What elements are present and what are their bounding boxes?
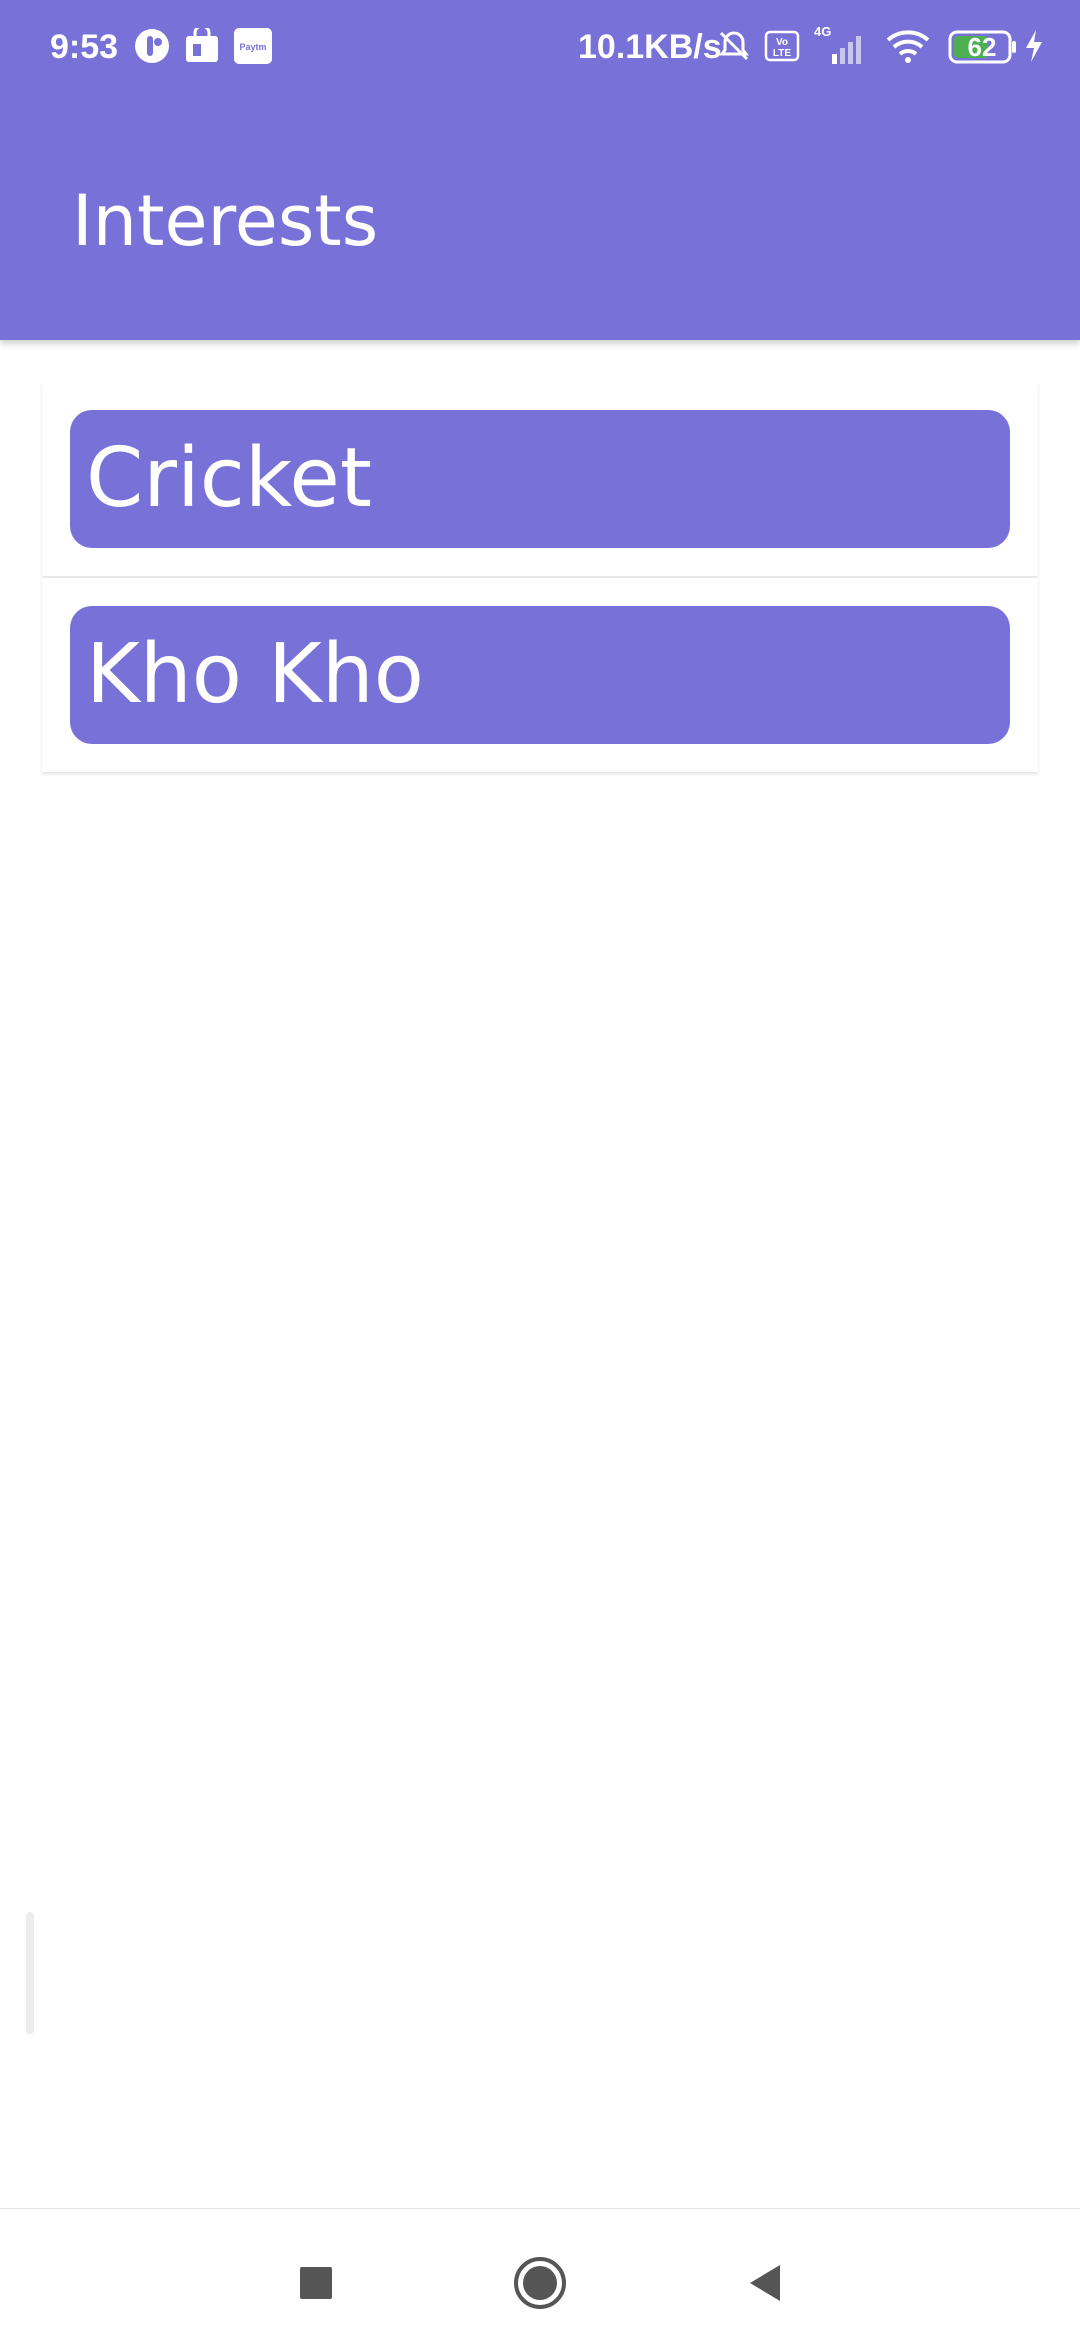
interest-card[interactable]: Kho Kho <box>42 578 1038 772</box>
scroll-indicator <box>26 1912 34 2034</box>
shopping-bag-icon <box>184 24 220 73</box>
svg-text:Paytm: Paytm <box>239 42 266 52</box>
battery-level: 62 <box>967 32 997 62</box>
navigation-bar <box>0 2208 1080 2341</box>
wifi-icon <box>884 28 932 75</box>
page-title: Interests <box>72 180 379 262</box>
back-triangle-icon[interactable] <box>734 2253 794 2313</box>
status-bar: 9:53 Paytm 10.1KB/s Vo LTE 4G 62 <box>0 0 1080 96</box>
volte-icon: Vo LTE <box>764 28 800 73</box>
interest-card[interactable]: Cricket <box>42 382 1038 576</box>
app-circle-icon <box>134 28 170 73</box>
charging-icon <box>1022 28 1046 73</box>
paytm-icon: Paytm <box>234 28 272 73</box>
status-time: 9:53 <box>50 28 119 66</box>
interest-chip-kho-kho[interactable]: Kho Kho <box>70 606 1010 744</box>
app-bar: 9:53 Paytm 10.1KB/s Vo LTE 4G 62 Interes… <box>0 0 1080 340</box>
interest-chip-cricket[interactable]: Cricket <box>70 410 1010 548</box>
svg-text:4G: 4G <box>814 24 831 39</box>
bell-muted-icon <box>716 28 752 73</box>
svg-text:Vo: Vo <box>776 37 788 48</box>
network-speed: 10.1KB/s <box>578 28 722 66</box>
signal-4g-icon: 4G <box>812 22 870 75</box>
svg-text:LTE: LTE <box>773 48 791 59</box>
home-circle-icon[interactable] <box>510 2253 570 2313</box>
recents-square-icon[interactable] <box>286 2253 346 2313</box>
